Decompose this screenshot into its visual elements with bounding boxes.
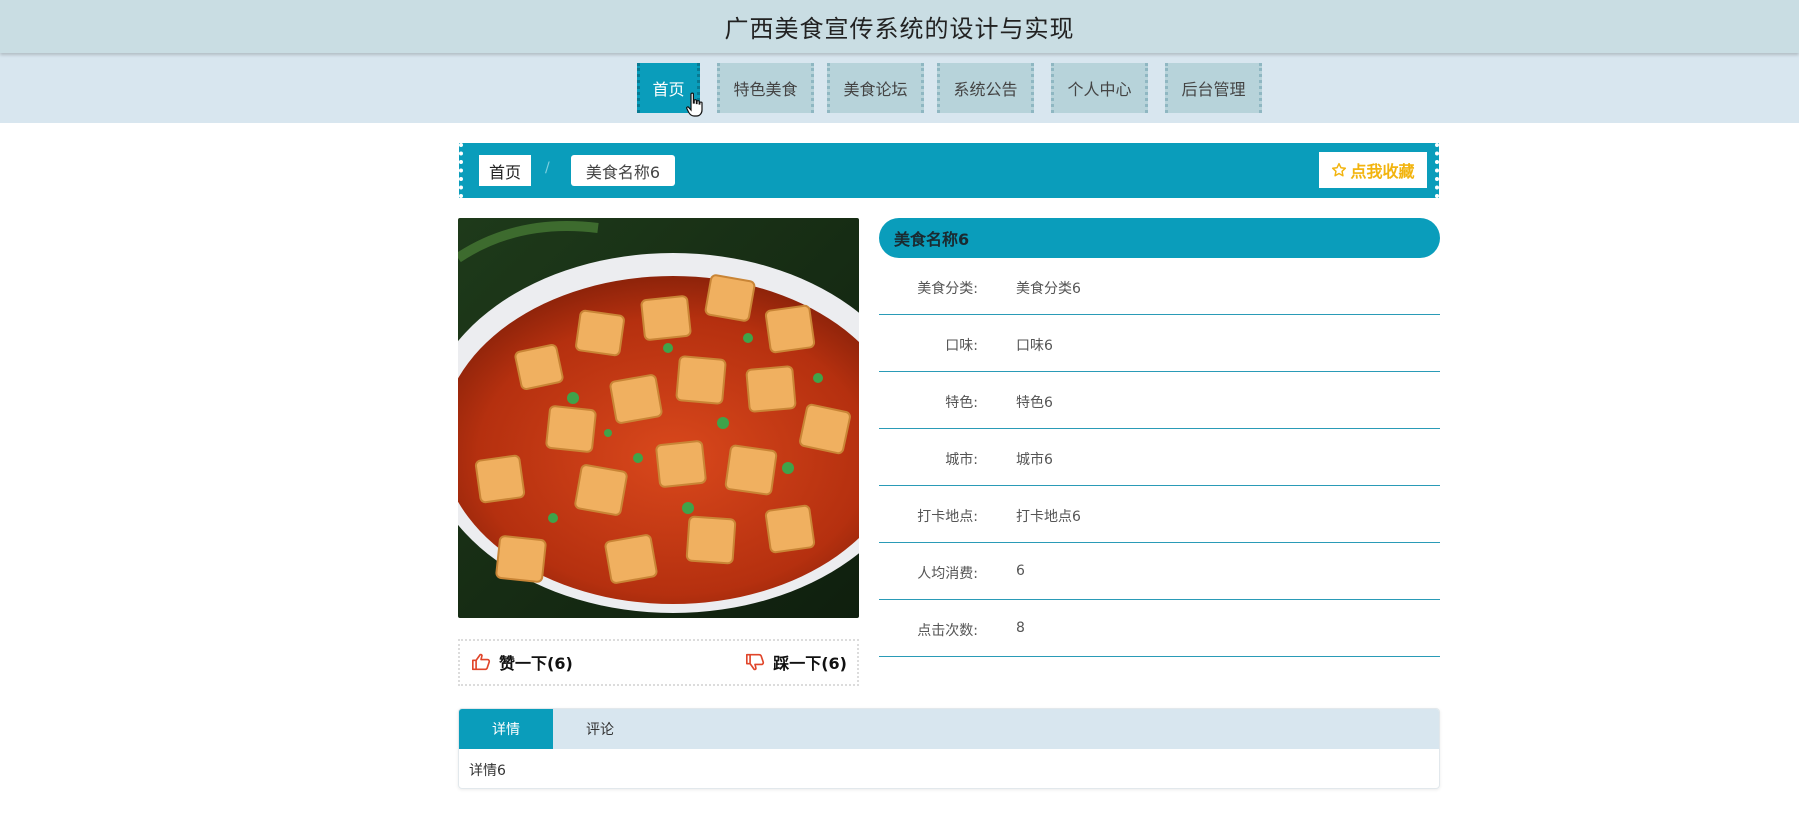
info-label: 美食分类: (917, 281, 978, 297)
nav-item-admin[interactable]: 后台管理 (1165, 63, 1262, 113)
info-row-checkin-location: 打卡地点: 打卡地点6 (879, 486, 1440, 543)
breadcrumb: 首页 / 美食名称6 点我收藏 (459, 143, 1439, 198)
vote-panel: 赞一下(6) 踩一下(6) (458, 639, 859, 686)
dislike-label: 踩一下(6) (773, 654, 847, 673)
info-label: 打卡地点: (917, 509, 978, 525)
info-label: 人均消费: (917, 566, 978, 582)
tab-details[interactable]: 详情 (459, 709, 553, 749)
info-value: 6 (1016, 563, 1025, 579)
info-row-avg-cost: 人均消费: 6 (879, 543, 1440, 600)
dislike-button[interactable]: 踩一下(6) (745, 650, 847, 674)
main-nav: 首页 特色美食 美食论坛 系统公告 个人中心 后台管理 (0, 53, 1799, 123)
info-value: 特色6 (1016, 395, 1053, 411)
food-info-panel: 美食名称6 美食分类: 美食分类6 口味: 口味6 特色: 特色6 城市: 城市… (879, 218, 1440, 657)
info-value: 城市6 (1016, 452, 1053, 468)
info-row-category: 美食分类: 美食分类6 (879, 258, 1440, 315)
like-button[interactable]: 赞一下(6) (471, 650, 573, 674)
star-outline-icon (1332, 162, 1347, 177)
nav-item-personal-center[interactable]: 个人中心 (1051, 63, 1148, 113)
like-label: 赞一下(6) (499, 654, 573, 673)
info-row-click-count: 点击次数: 8 (879, 600, 1440, 657)
food-name-heading: 美食名称6 (879, 218, 1440, 258)
info-label: 口味: (945, 338, 978, 354)
detail-tabs: 详情 评论 详情6 (458, 708, 1440, 789)
nav-item-specialty-food[interactable]: 特色美食 (717, 63, 814, 113)
tab-comments[interactable]: 评论 (553, 709, 647, 749)
info-value: 打卡地点6 (1016, 509, 1081, 525)
info-row-feature: 特色: 特色6 (879, 372, 1440, 429)
info-value: 口味6 (1016, 338, 1053, 354)
hand-cursor-icon (686, 92, 703, 117)
tab-content: 详情6 (469, 763, 506, 779)
breadcrumb-home[interactable]: 首页 (479, 155, 531, 186)
favorite-label: 点我收藏 (1350, 162, 1415, 181)
favorite-button[interactable]: 点我收藏 (1319, 152, 1427, 188)
app-header: 广西美食宣传系统的设计与实现 (0, 0, 1799, 53)
info-row-city: 城市: 城市6 (879, 429, 1440, 486)
nav-item-food-forum[interactable]: 美食论坛 (827, 63, 924, 113)
breadcrumb-separator: / (545, 160, 550, 176)
info-label: 城市: (945, 452, 978, 468)
nav-item-announcements[interactable]: 系统公告 (937, 63, 1034, 113)
app-title: 广西美食宣传系统的设计与实现 (724, 15, 1075, 43)
tabs-header: 详情 评论 (459, 709, 1439, 749)
food-image (458, 218, 859, 618)
breadcrumb-current: 美食名称6 (571, 155, 675, 186)
info-row-taste: 口味: 口味6 (879, 315, 1440, 372)
info-value: 美食分类6 (1016, 281, 1081, 297)
thumbs-up-icon (472, 653, 491, 671)
info-label: 点击次数: (917, 623, 978, 639)
thumbs-down-icon (746, 653, 765, 671)
info-value: 8 (1016, 620, 1025, 636)
info-label: 特色: (945, 395, 978, 411)
